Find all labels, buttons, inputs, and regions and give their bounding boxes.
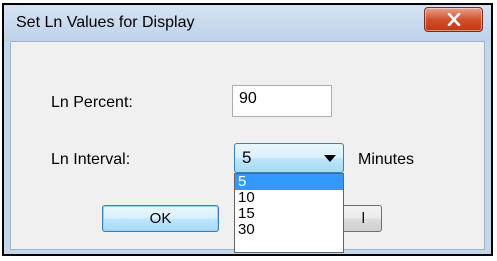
minutes-label: Minutes <box>358 151 415 168</box>
ln-interval-select[interactable]: 5 <box>234 143 344 173</box>
ok-button[interactable]: OK <box>102 205 219 232</box>
close-button[interactable] <box>424 7 483 32</box>
dropdown-option-30[interactable]: 30 <box>235 222 343 238</box>
dropdown-option-15[interactable]: 15 <box>235 206 343 222</box>
close-x-icon <box>447 13 461 26</box>
dialog-window: Set Ln Values for Display Ln Percent: 90… <box>2 3 493 256</box>
chevron-down-icon[interactable] <box>324 155 336 162</box>
title-bar[interactable]: Set Ln Values for Display <box>4 5 491 41</box>
ln-percent-label: Ln Percent: <box>51 94 133 111</box>
ln-interval-selected-value: 5 <box>242 148 252 167</box>
ln-interval-dropdown-list: 5 10 15 30 <box>234 173 344 253</box>
ln-interval-label: Ln Interval: <box>51 151 131 168</box>
ln-percent-input[interactable]: 90 <box>232 85 332 117</box>
dialog-body: Ln Percent: 90 Ln Interval: 5 Minutes OK… <box>10 41 485 253</box>
dropdown-option-10[interactable]: 10 <box>235 190 343 206</box>
window-title: Set Ln Values for Display <box>16 14 195 31</box>
dropdown-option-5[interactable]: 5 <box>235 174 343 190</box>
